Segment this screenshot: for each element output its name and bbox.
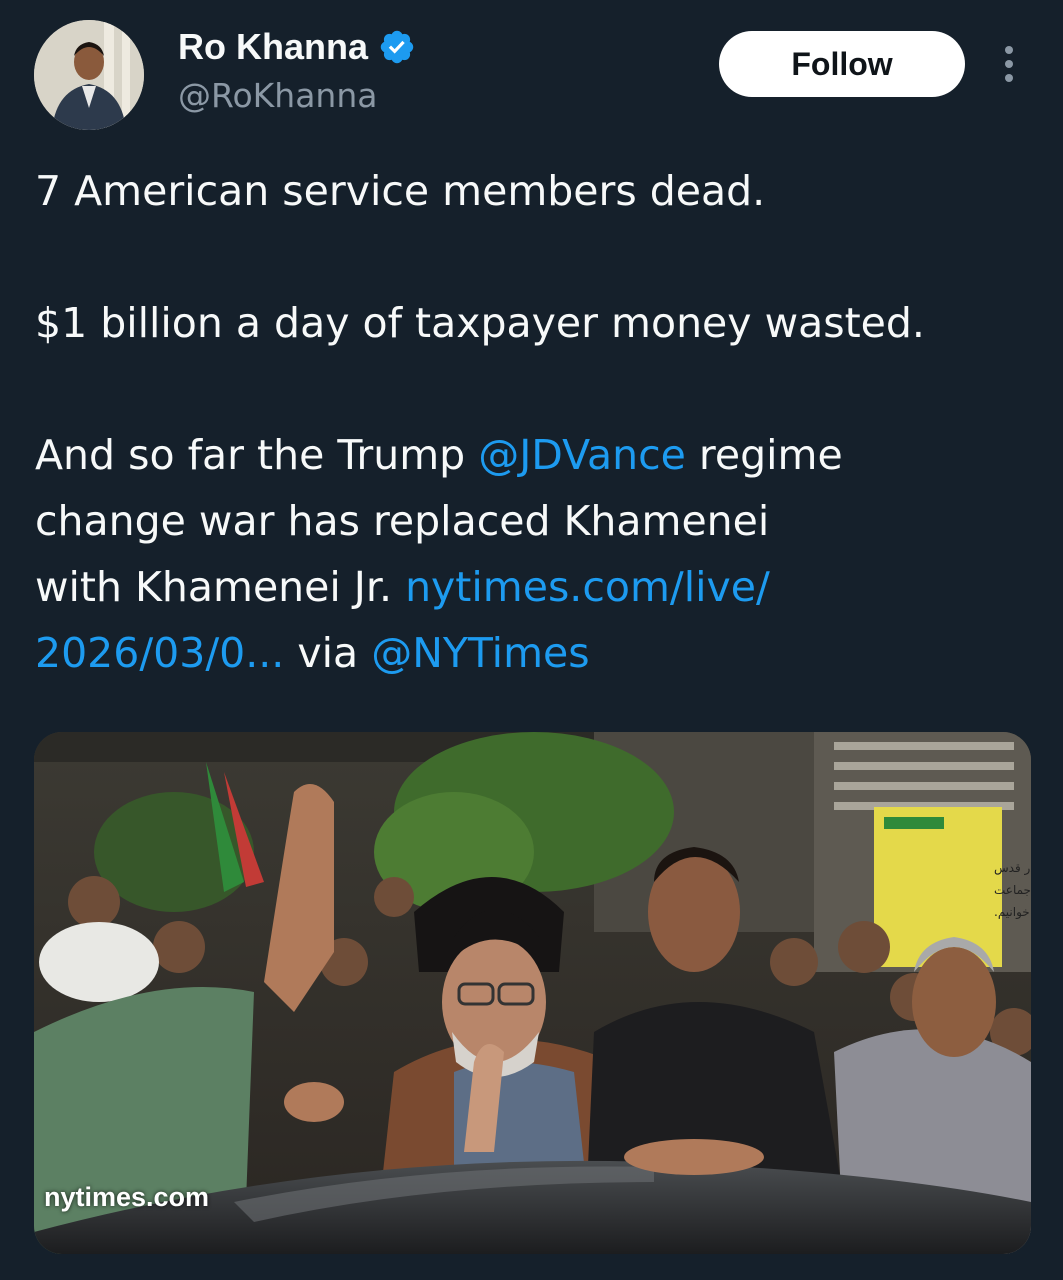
verified-badge-icon bbox=[380, 30, 414, 64]
tweet-line: with Khamenei Jr. nytimes.com/live/ bbox=[35, 554, 1035, 620]
mention-jdvance[interactable]: @JDVance bbox=[478, 431, 686, 479]
author-handle[interactable]: @RoKhanna bbox=[178, 76, 377, 115]
tweet-line: 2026/03/0... via @NYTimes bbox=[35, 620, 1035, 686]
author-avatar[interactable] bbox=[34, 20, 144, 130]
author-name-row: Ro Khanna bbox=[178, 26, 416, 68]
tweet-line: $1 billion a day of taxpayer money waste… bbox=[35, 299, 925, 347]
tweet-text-segment: regime bbox=[685, 431, 843, 479]
profile-photo-icon bbox=[34, 20, 144, 130]
sign-text: می خوانیم. bbox=[994, 905, 1031, 920]
author-display-name[interactable]: Ro Khanna bbox=[178, 26, 368, 68]
article-link[interactable]: nytimes.com/live/ bbox=[405, 563, 770, 611]
tweet-text: 7 American service members dead. $1 bill… bbox=[35, 158, 1035, 686]
link-card-image[interactable]: به زودی در قدس نماز جماعت می خوانیم. bbox=[34, 732, 1031, 1254]
tweet-text-segment: with Khamenei Jr. bbox=[35, 563, 406, 611]
more-vertical-icon[interactable] bbox=[998, 44, 1020, 84]
news-photo: به زودی در قدس نماز جماعت می خوانیم. bbox=[34, 732, 1031, 1254]
tweet-text-segment: via bbox=[284, 629, 372, 677]
sign-text: نماز جماعت bbox=[994, 883, 1031, 898]
mention-nytimes[interactable]: @NYTimes bbox=[371, 629, 589, 677]
follow-button[interactable]: Follow bbox=[719, 31, 965, 97]
article-link-continued[interactable]: 2026/03/0... bbox=[35, 629, 284, 677]
tweet-text-segment: And so far the Trump bbox=[35, 431, 479, 479]
tweet-line: And so far the Trump @JDVance regime bbox=[35, 422, 1035, 488]
link-card-domain[interactable]: nytimes.com bbox=[44, 1182, 209, 1213]
tweet-line: change war has replaced Khamenei bbox=[35, 497, 770, 545]
tweet-line: 7 American service members dead. bbox=[35, 167, 766, 215]
sign-text: به زودی در قدس bbox=[994, 861, 1031, 876]
